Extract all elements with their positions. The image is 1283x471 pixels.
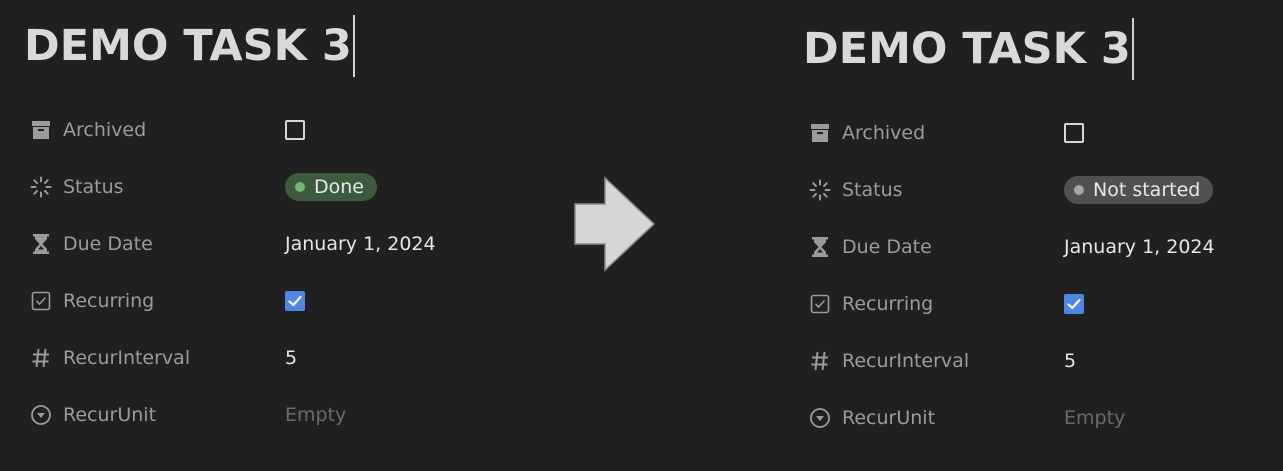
checkbox-property-icon bbox=[30, 290, 52, 312]
hourglass-icon bbox=[30, 233, 52, 255]
property-value[interactable] bbox=[1064, 123, 1084, 143]
property-label: Status bbox=[842, 179, 903, 201]
recurring-checkbox[interactable] bbox=[1064, 294, 1084, 314]
property-recurring[interactable]: Recurring bbox=[30, 281, 470, 321]
property-value[interactable] bbox=[285, 291, 305, 311]
text-cursor bbox=[352, 15, 355, 77]
hash-icon bbox=[30, 347, 52, 369]
recurring-checkbox[interactable] bbox=[285, 291, 305, 311]
property-status[interactable]: Status Done bbox=[30, 167, 470, 207]
select-circle-chevron-icon bbox=[809, 407, 831, 429]
due-date-value[interactable]: January 1, 2024 bbox=[1064, 236, 1215, 258]
property-value[interactable]: Not started bbox=[1064, 176, 1214, 204]
property-due-date[interactable]: Due Date January 1, 2024 bbox=[30, 224, 470, 264]
loading-spinner-icon bbox=[809, 179, 831, 201]
status-dot bbox=[295, 182, 305, 192]
property-value[interactable] bbox=[1064, 294, 1084, 314]
archived-checkbox[interactable] bbox=[1064, 123, 1084, 143]
property-label: Due Date bbox=[63, 233, 153, 255]
property-recur-interval[interactable]: RecurInterval 5 bbox=[809, 341, 1249, 381]
property-label: Due Date bbox=[842, 236, 932, 258]
property-recurring[interactable]: Recurring bbox=[809, 284, 1249, 324]
archive-box-icon bbox=[30, 119, 52, 141]
property-value[interactable]: Done bbox=[285, 173, 377, 201]
property-value[interactable] bbox=[285, 120, 305, 140]
hash-icon bbox=[809, 350, 831, 372]
status-dot bbox=[1074, 185, 1084, 195]
task-page-before: DEMO TASK 3 Archived Status Done Due Dat… bbox=[24, 0, 484, 468]
property-label: RecurUnit bbox=[63, 404, 157, 426]
property-recur-unit[interactable]: RecurUnit Empty bbox=[809, 398, 1249, 438]
archived-checkbox[interactable] bbox=[285, 120, 305, 140]
status-badge[interactable]: Not started bbox=[1064, 176, 1214, 204]
property-label: RecurInterval bbox=[63, 347, 191, 369]
status-text: Done bbox=[314, 176, 364, 198]
property-recur-interval[interactable]: RecurInterval 5 bbox=[30, 338, 470, 378]
recur-unit-value[interactable]: Empty bbox=[285, 404, 346, 426]
property-due-date[interactable]: Due Date January 1, 2024 bbox=[809, 227, 1249, 267]
title-row[interactable]: DEMO TASK 3 bbox=[803, 17, 1134, 81]
due-date-value[interactable]: January 1, 2024 bbox=[285, 233, 436, 255]
loading-spinner-icon bbox=[30, 176, 52, 198]
property-label: RecurUnit bbox=[842, 407, 936, 429]
text-cursor bbox=[1131, 18, 1134, 80]
property-label: Recurring bbox=[842, 293, 934, 315]
title-row[interactable]: DEMO TASK 3 bbox=[24, 14, 355, 78]
status-text: Not started bbox=[1093, 179, 1201, 201]
recur-unit-value[interactable]: Empty bbox=[1064, 407, 1125, 429]
recur-interval-value[interactable]: 5 bbox=[1064, 350, 1076, 372]
property-archived[interactable]: Archived bbox=[30, 110, 470, 150]
task-page-after: DEMO TASK 3 Archived Status Not started bbox=[803, 3, 1263, 471]
page-title[interactable]: DEMO TASK 3 bbox=[24, 21, 352, 71]
archive-box-icon bbox=[809, 122, 831, 144]
checkbox-property-icon bbox=[809, 293, 831, 315]
hourglass-icon bbox=[809, 236, 831, 258]
property-status[interactable]: Status Not started bbox=[809, 170, 1249, 210]
select-circle-chevron-icon bbox=[30, 404, 52, 426]
property-label: Status bbox=[63, 176, 124, 198]
property-label: Archived bbox=[63, 119, 147, 141]
recur-interval-value[interactable]: 5 bbox=[285, 347, 297, 369]
page-title[interactable]: DEMO TASK 3 bbox=[803, 24, 1131, 74]
property-recur-unit[interactable]: RecurUnit Empty bbox=[30, 395, 470, 435]
property-label: Archived bbox=[842, 122, 926, 144]
right-arrow-icon bbox=[574, 176, 656, 272]
status-badge[interactable]: Done bbox=[285, 173, 377, 201]
property-archived[interactable]: Archived bbox=[809, 113, 1249, 153]
property-label: Recurring bbox=[63, 290, 155, 312]
property-label: RecurInterval bbox=[842, 350, 970, 372]
